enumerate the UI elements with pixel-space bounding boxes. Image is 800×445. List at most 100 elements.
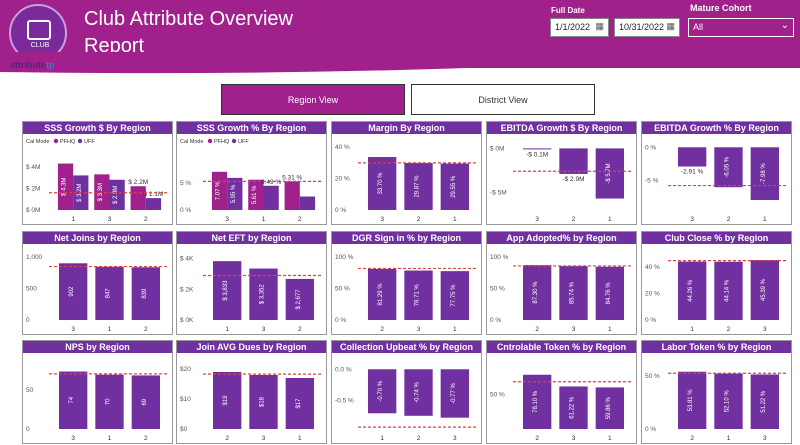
bar bbox=[522, 148, 552, 150]
legend-swatch bbox=[77, 138, 83, 144]
data-label: 5.61 % bbox=[252, 185, 258, 204]
chart-panel-ebitda-growth-pct[interactable]: EBITDA Growth % By Region -5 % 0 % -2.91 % 3… bbox=[641, 121, 792, 225]
chart-panel-ebitda-growth-dollar[interactable]: EBITDA Growth $ By Region -$ 5M $ 0M -$ 0.1… bbox=[486, 121, 637, 225]
y-tick-label: 0 % bbox=[645, 317, 656, 324]
chart-panel-margin[interactable]: Margin By Region 0 % 20 % 40 % 33.70 % 3 29.87… bbox=[331, 121, 482, 225]
x-tick-label: 3 bbox=[225, 216, 229, 223]
x-tick-label: 3 bbox=[108, 216, 112, 223]
x-tick-label: 2 bbox=[727, 326, 731, 333]
data-label: 78.71 % bbox=[415, 284, 421, 307]
y-tick-label: $ 0M bbox=[490, 145, 504, 152]
chart-title: EBITDA Growth % By Region bbox=[642, 122, 791, 134]
region-view-button[interactable]: Region View bbox=[221, 84, 405, 115]
legend-label: Cal Mode bbox=[180, 139, 204, 145]
data-label: 85.74 % bbox=[570, 281, 576, 304]
end-date-input[interactable]: 10/31/2022 ▦ bbox=[614, 18, 680, 37]
x-tick-label: 1 bbox=[727, 435, 731, 442]
legend-label: Cal Mode bbox=[26, 139, 50, 145]
x-tick-label: 2 bbox=[380, 326, 384, 333]
x-tick-label: 2 bbox=[690, 435, 694, 442]
y-tick-label: -5 % bbox=[645, 177, 659, 184]
chart-title: EBITDA Growth $ By Region bbox=[487, 122, 636, 134]
y-tick-label: $ 2K bbox=[180, 286, 194, 293]
x-tick-label: 1 bbox=[608, 435, 612, 442]
data-label: 69 bbox=[142, 398, 148, 405]
end-date-value: 10/31/2022 bbox=[619, 22, 665, 32]
data-label: $ 2.8M bbox=[113, 186, 119, 204]
data-label: 29.87 % bbox=[415, 175, 421, 198]
chart-title: Collection Upbeat % by Region bbox=[332, 341, 481, 353]
chart-panel-club-close[interactable]: Club Close % by Region 0 % 20 % 40 % 44.26 %… bbox=[641, 231, 792, 335]
x-tick-label: 3 bbox=[690, 216, 694, 223]
y-tick-label: 1,000 bbox=[26, 254, 43, 261]
chart-panel-net-joins[interactable]: Net Joins by Region 0 500 1,000 902 3 847 1 839 2 bbox=[22, 231, 173, 335]
bar bbox=[677, 147, 707, 167]
chart-panel-app-adopted[interactable]: App Adopted% by Region 0 % 50 % 100 % 87.30 … bbox=[486, 231, 637, 335]
y-tick-label: 500 bbox=[26, 286, 37, 293]
y-tick-label: -0.5 % bbox=[335, 398, 354, 405]
data-label: -7.98 % bbox=[761, 163, 767, 184]
chart-svg: 0 % 20 % 40 % 44.26 % 1 44.14 % 2 45.39 % 3 bbox=[645, 260, 787, 333]
calendar-icon[interactable]: ▦ bbox=[666, 21, 675, 32]
data-label: -0.70 % bbox=[378, 380, 384, 401]
data-label: 4.49 % bbox=[261, 179, 281, 186]
x-tick-label: 2 bbox=[417, 435, 421, 442]
chart-panel-sss-growth-dollar[interactable]: SSS Growth $ By Region Cal Mode PFHQ UFF $ 0… bbox=[22, 121, 173, 225]
x-tick-label: 1 bbox=[608, 216, 612, 223]
chart-title: Net EFT by Region bbox=[177, 232, 326, 244]
chart-panel-dgr-sign-in[interactable]: DGR Sign in % by Region 0 % 50 % 100 % 81.29… bbox=[331, 231, 482, 335]
chart-panel-nps[interactable]: NPS by Region 0 50 74 3 70 1 69 2 bbox=[22, 340, 173, 444]
y-tick-label: 40 % bbox=[645, 264, 660, 271]
y-tick-label: 100 % bbox=[490, 254, 509, 261]
y-tick-label: $ 2M bbox=[26, 185, 40, 192]
legend-swatch bbox=[231, 138, 237, 144]
data-label: -2.91 % bbox=[681, 169, 704, 176]
data-label: 45.39 % bbox=[761, 278, 767, 301]
cohort-value: All bbox=[693, 22, 704, 32]
district-view-button[interactable]: District View bbox=[411, 84, 595, 115]
x-tick-label: 3 bbox=[71, 326, 75, 333]
full-date-label: Full Date bbox=[551, 6, 585, 15]
x-tick-label: 1 bbox=[71, 216, 75, 223]
y-tick-label: 20 % bbox=[645, 291, 660, 298]
calendar-icon[interactable]: ▦ bbox=[595, 21, 604, 32]
y-tick-label: 0 bbox=[26, 317, 30, 324]
chart-panel-join-avg-dues[interactable]: Join AVG Dues by Region $0 $10 $20 $19 2 $18 3 $… bbox=[176, 340, 327, 444]
bar bbox=[145, 198, 162, 210]
chart-panel-labor-token[interactable]: Labor Token % by Region 0 % 50 % 53.81 % 2 52… bbox=[641, 340, 792, 444]
x-tick-label: 2 bbox=[535, 326, 539, 333]
x-tick-label: 2 bbox=[417, 216, 421, 223]
chart-svg: 0 50 74 3 70 1 69 2 bbox=[26, 371, 168, 442]
data-label: 51.22 % bbox=[761, 390, 767, 413]
data-label: -0.77 % bbox=[451, 382, 457, 403]
data-label: 61.22 % bbox=[570, 396, 576, 419]
chart-panel-net-eft[interactable]: Net EFT by Region $ 0K $ 2K $ 4K $ 3,833 1 $ 3… bbox=[176, 231, 327, 335]
data-label: 84.76 % bbox=[606, 282, 612, 305]
x-tick-label: 1 bbox=[453, 216, 457, 223]
y-tick-label: 50 bbox=[26, 387, 34, 394]
x-tick-label: 3 bbox=[763, 326, 767, 333]
x-tick-label: 1 bbox=[763, 216, 767, 223]
chart-svg: -$ 5M $ 0M -$ 0.1M 3 -$ 2.9M 2 -$ 5.7M 1 bbox=[490, 145, 632, 223]
x-tick-label: 2 bbox=[298, 216, 302, 223]
chart-panel-controlable-token[interactable]: Cntrolable Token % by Region 50 % 78.10 % 2… bbox=[486, 340, 637, 444]
bar bbox=[263, 185, 279, 210]
chart-panel-sss-growth-pct[interactable]: SSS Growth % By Region Cal Mode PFHQ UFF 0 %… bbox=[176, 121, 327, 225]
logo-word-a: attribute bbox=[10, 60, 46, 70]
data-label: 70 bbox=[106, 398, 112, 405]
y-tick-label: 20 % bbox=[335, 176, 350, 183]
y-tick-label: 0.0 % bbox=[335, 366, 352, 373]
x-tick-label: 2 bbox=[225, 435, 229, 442]
chart-panel-collection-upbeat[interactable]: Collection Upbeat % by Region -0.5 % 0.0 %… bbox=[331, 340, 482, 444]
logo-caption: CLUB bbox=[30, 42, 50, 49]
x-tick-label: 2 bbox=[572, 216, 576, 223]
chart-svg: -0.5 % 0.0 % -0.70 % 1 -0.74 % 2 -0.77 % 3 bbox=[335, 366, 477, 442]
y-tick-label: 0 % bbox=[490, 317, 501, 324]
chart-title: Club Close % by Region bbox=[642, 232, 791, 244]
chevron-down-icon[interactable]: ⌄ bbox=[781, 20, 789, 31]
start-date-input[interactable]: 1/1/2022 ▦ bbox=[550, 18, 609, 37]
header-curve bbox=[0, 52, 800, 74]
cohort-dropdown[interactable]: All ⌄ bbox=[688, 18, 794, 37]
y-tick-label: 0 bbox=[26, 426, 30, 433]
data-label: $18 bbox=[260, 396, 266, 407]
